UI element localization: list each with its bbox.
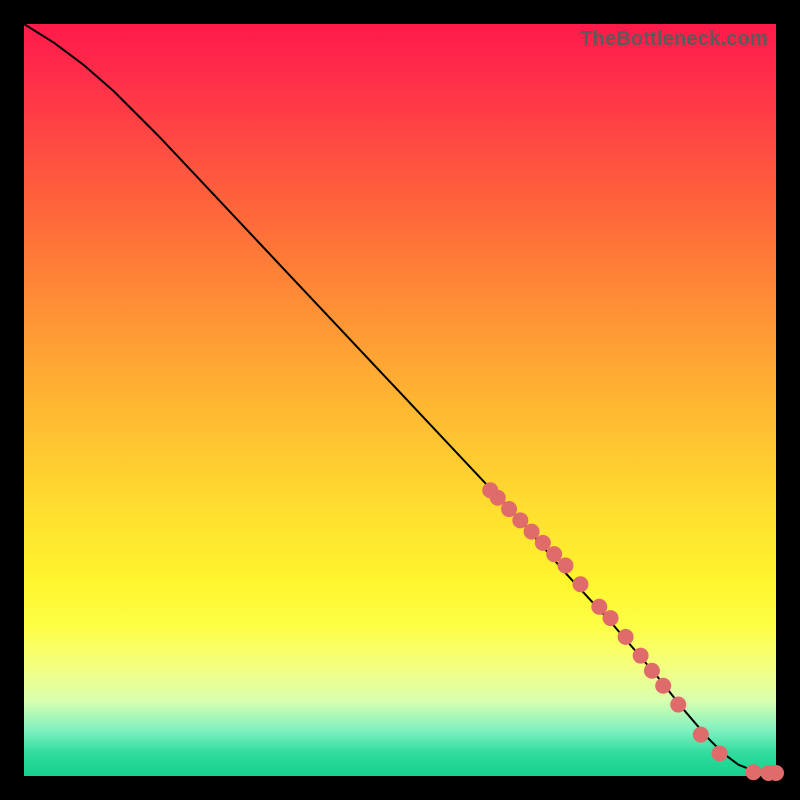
data-dot <box>644 663 660 679</box>
data-dot <box>572 576 588 592</box>
data-dot <box>546 546 562 562</box>
data-dot <box>501 501 517 517</box>
data-dot <box>745 764 761 780</box>
data-dots-group <box>482 482 784 781</box>
data-dot <box>633 648 649 664</box>
data-dot <box>557 557 573 573</box>
curve-line <box>24 24 776 773</box>
chart-stage: TheBottleneck.com <box>0 0 800 800</box>
data-dot <box>618 629 634 645</box>
data-dot <box>712 745 728 761</box>
data-dot <box>535 535 551 551</box>
chart-svg <box>24 24 776 776</box>
data-dot <box>591 599 607 615</box>
data-dot <box>524 524 540 540</box>
data-dot <box>512 512 528 528</box>
data-dot <box>670 697 686 713</box>
data-dot <box>693 727 709 743</box>
plot-area: TheBottleneck.com <box>24 24 776 776</box>
data-dot <box>768 765 784 781</box>
data-dot <box>603 610 619 626</box>
data-dot <box>655 678 671 694</box>
data-dot <box>490 490 506 506</box>
